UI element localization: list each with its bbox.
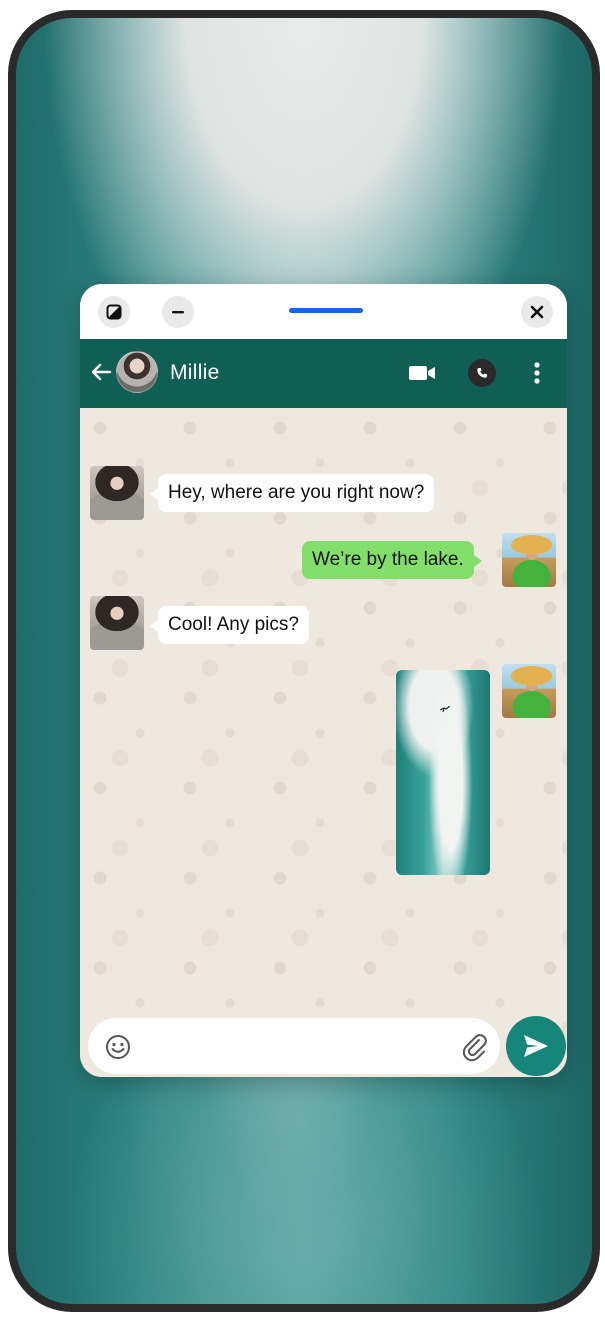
window-drag-handle[interactable] (289, 308, 363, 313)
video-call-icon (409, 366, 435, 380)
video-call-button[interactable] (408, 359, 436, 387)
close-icon (530, 305, 544, 319)
fullscreen-icon (106, 304, 122, 320)
message-incoming[interactable]: Cool! Any pics? (150, 606, 309, 644)
floating-window[interactable]: Millie Hey, where are you right now? We’… (80, 284, 567, 1077)
more-vert-icon (534, 362, 540, 384)
message-outgoing[interactable]: We’re by the lake. (302, 541, 482, 579)
phone-icon (477, 368, 487, 378)
message-input[interactable] (144, 1028, 444, 1064)
contact-avatar[interactable] (116, 351, 158, 393)
chat-header: Millie (80, 339, 567, 408)
close-window-button[interactable] (521, 296, 553, 328)
window-title-bar[interactable] (80, 284, 567, 339)
phone-frame: Millie Hey, where are you right now? We’… (8, 10, 600, 1312)
send-button[interactable] (506, 1016, 566, 1076)
minimize-icon (172, 311, 184, 314)
more-options-button[interactable] (523, 359, 551, 387)
voice-call-button[interactable] (468, 359, 496, 387)
message-input-box[interactable] (88, 1018, 500, 1074)
home-screen-wallpaper: Millie Hey, where are you right now? We’… (16, 18, 592, 1304)
avatar-me (502, 533, 556, 587)
back-arrow-icon[interactable] (88, 359, 114, 385)
avatar-millie (90, 466, 144, 520)
emoji-icon[interactable] (104, 1033, 132, 1061)
message-incoming[interactable]: Hey, where are you right now? (149, 474, 435, 512)
fullscreen-button[interactable] (98, 296, 130, 328)
avatar-me (502, 664, 556, 718)
photo-figure (440, 706, 450, 712)
send-icon (524, 1035, 548, 1057)
composer (80, 1016, 567, 1076)
minimize-button[interactable] (162, 296, 194, 328)
attach-icon[interactable] (460, 1032, 490, 1062)
chat-message-list[interactable]: Hey, where are you right now? We’re by t… (80, 408, 567, 1077)
contact-name[interactable]: Millie (170, 361, 220, 385)
avatar-millie (90, 596, 144, 650)
message-photo[interactable] (396, 670, 490, 875)
